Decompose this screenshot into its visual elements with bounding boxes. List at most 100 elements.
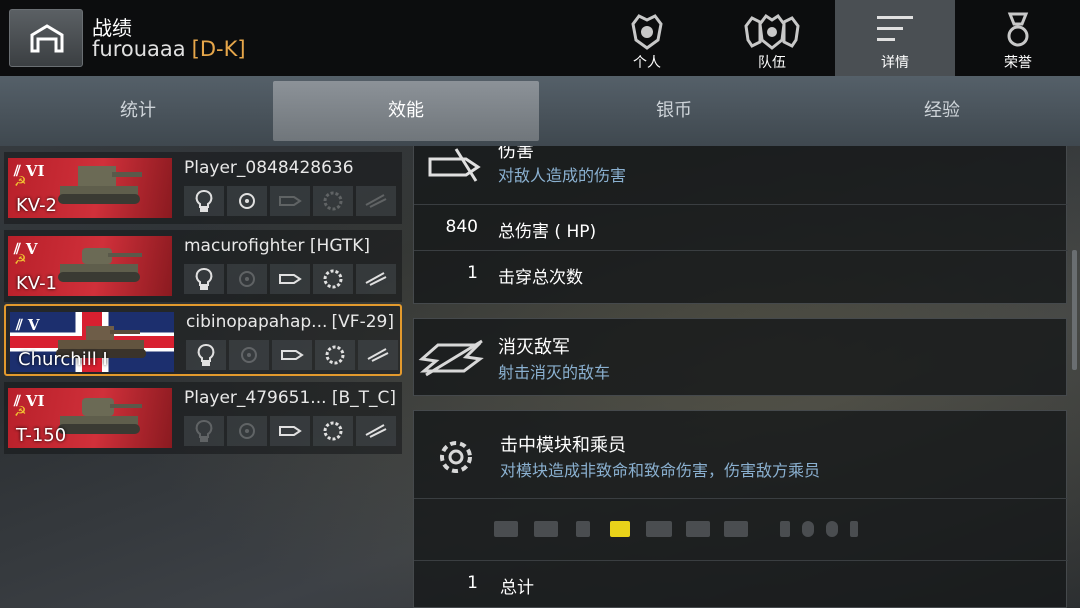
damage-icon [272, 340, 312, 370]
player-clan: [D-K] [191, 37, 246, 61]
tracks-icon [724, 521, 748, 537]
damage-card: 伤害 对敌人造成的伤害 840 总伤害 ( HP) 1 击穿总次数 [413, 146, 1068, 304]
ammo-rack-icon [534, 521, 558, 537]
tab-honors-label: 荣誉 [1004, 55, 1032, 71]
kills-subtitle: 射击消灭的敌车 [498, 363, 611, 382]
fuel-tank-icon [576, 521, 590, 537]
turret-icon [686, 521, 710, 537]
medal-icon [1007, 12, 1029, 47]
assist-icon [227, 186, 267, 216]
modules-subtitle: 对模块造成非致命和致命伤害，伤害敌方乘员 [500, 461, 821, 480]
modules-total-label: 总计 [500, 578, 534, 598]
stat-row-modules-total: 1 总计 [414, 560, 1068, 607]
gear-icon [440, 441, 472, 473]
tank-icon [58, 166, 142, 204]
spotting-icon [186, 340, 226, 370]
player-row[interactable]: ☭ ⫽ VI KV-2 Player_0848428636 [4, 152, 402, 224]
player-clan: [B_T_C] [331, 388, 396, 408]
player-row-selected[interactable]: ⫽ V Churchill I cibinopapahap... [VF-29] [4, 304, 402, 376]
tank-flag: ☭ ⫽ V KV-1 [8, 236, 172, 296]
tab-honors[interactable]: 荣誉 [958, 0, 1078, 76]
tank-flag: ☭ ⫽ VI T-150 [8, 388, 172, 448]
destroyed-enemy-icon [418, 339, 484, 377]
tank-flag: ⫽ V Churchill I [10, 312, 174, 372]
penetrations-value: 1 [467, 263, 478, 283]
tank-tier: ⫽ VI [14, 392, 45, 410]
home-button[interactable] [9, 9, 83, 67]
top-bar: 战绩 furouaaa [D-K] 个人 队伍 详情 荣誉 [0, 0, 1080, 76]
kill-icon [356, 264, 396, 294]
gun-icon [646, 521, 672, 537]
tab-statistics[interactable]: 统计 [5, 81, 271, 141]
kill-icon [358, 340, 398, 370]
achievement-icons [184, 186, 396, 216]
hangar-icon [30, 24, 64, 53]
assist-icon [227, 416, 267, 446]
modules-total-value: 1 [467, 573, 478, 593]
assist-icon [227, 264, 267, 294]
radio-icon [610, 521, 630, 537]
tank-name: T-150 [16, 425, 67, 446]
engine-icon [494, 521, 518, 537]
tab-details-label: 详情 [881, 55, 909, 71]
damage-icon [270, 264, 310, 294]
player-row[interactable]: ☭ ⫽ VI T-150 Player_479651... [B_T_C] [4, 382, 402, 454]
module-icon [313, 264, 353, 294]
tank-flag: ☭ ⫽ VI KV-2 [8, 158, 172, 218]
player-name: macurofighter [HGTK] [184, 236, 371, 256]
tank-name: Churchill I [18, 349, 108, 370]
module-icon [313, 416, 353, 446]
damage-title: 伤害 [498, 146, 534, 162]
tab-team[interactable]: 队伍 [712, 0, 832, 76]
tank-tier: ⫽ VI [14, 162, 45, 180]
spotting-icon [184, 416, 224, 446]
damage-icon [270, 416, 310, 446]
personal-icon [631, 14, 663, 50]
player-name: Player_479651... [184, 388, 327, 408]
tank-tier: ⫽ V [16, 316, 40, 334]
kills-card: 消灭敌军 射击消灭的敌车 [413, 318, 1067, 396]
kill-icon [356, 416, 396, 446]
tank-name: KV-2 [16, 195, 58, 216]
gunner-icon [802, 521, 814, 537]
player-name: Player_0848428636 [184, 158, 354, 178]
details-icon [877, 16, 913, 41]
player-row[interactable]: ☭ ⫽ V KV-1 macurofighter [HGTK] [4, 230, 402, 302]
player-clan: [VF-29] [331, 312, 394, 332]
damage-shell-icon [428, 148, 481, 182]
damage-subtitle: 对敌人造成的伤害 [498, 166, 627, 185]
player-info: furouaaa [D-K] [92, 37, 246, 61]
modules-title: 击中模块和乘员 [500, 435, 626, 456]
stat-row-penetrations: 1 击穿总次数 [414, 250, 1068, 297]
tab-credits[interactable]: 银币 [541, 81, 807, 141]
player-name: cibinopapahap... [186, 312, 328, 332]
tank-icon [58, 248, 142, 282]
tank-tier: ⫽ V [14, 240, 38, 258]
driver-icon [826, 521, 838, 537]
sub-tabs: 统计 效能 银币 经验 [0, 76, 1080, 146]
total-damage-value: 840 [445, 217, 478, 237]
modules-card: 击中模块和乘员 对模块造成非致命和致命伤害，伤害敌方乘员 1 总计 [413, 410, 1068, 608]
assist-icon [229, 340, 269, 370]
player-name: furouaaa [92, 37, 186, 61]
tank-name: KV-1 [16, 273, 58, 294]
stat-row-total-damage: 840 总伤害 ( HP) [414, 204, 1068, 251]
tab-details[interactable]: 详情 [835, 0, 955, 76]
module-icon [315, 340, 355, 370]
module-icons-row [414, 498, 1068, 559]
achievement-icons [184, 264, 396, 294]
panel-scrollbar[interactable] [1072, 250, 1077, 370]
module-icon [313, 186, 353, 216]
kills-title: 消灭敌军 [498, 337, 570, 358]
loader-icon [850, 521, 858, 537]
spotting-icon [184, 264, 224, 294]
penetrations-label: 击穿总次数 [498, 268, 583, 288]
tab-personal-label: 个人 [633, 55, 661, 71]
tab-efficiency[interactable]: 效能 [273, 81, 539, 141]
tab-personal[interactable]: 个人 [587, 0, 707, 76]
kill-icon [356, 186, 396, 216]
tab-experience[interactable]: 经验 [809, 81, 1075, 141]
achievement-icons [186, 340, 398, 370]
spotting-icon [184, 186, 224, 216]
tab-team-label: 队伍 [758, 55, 786, 71]
